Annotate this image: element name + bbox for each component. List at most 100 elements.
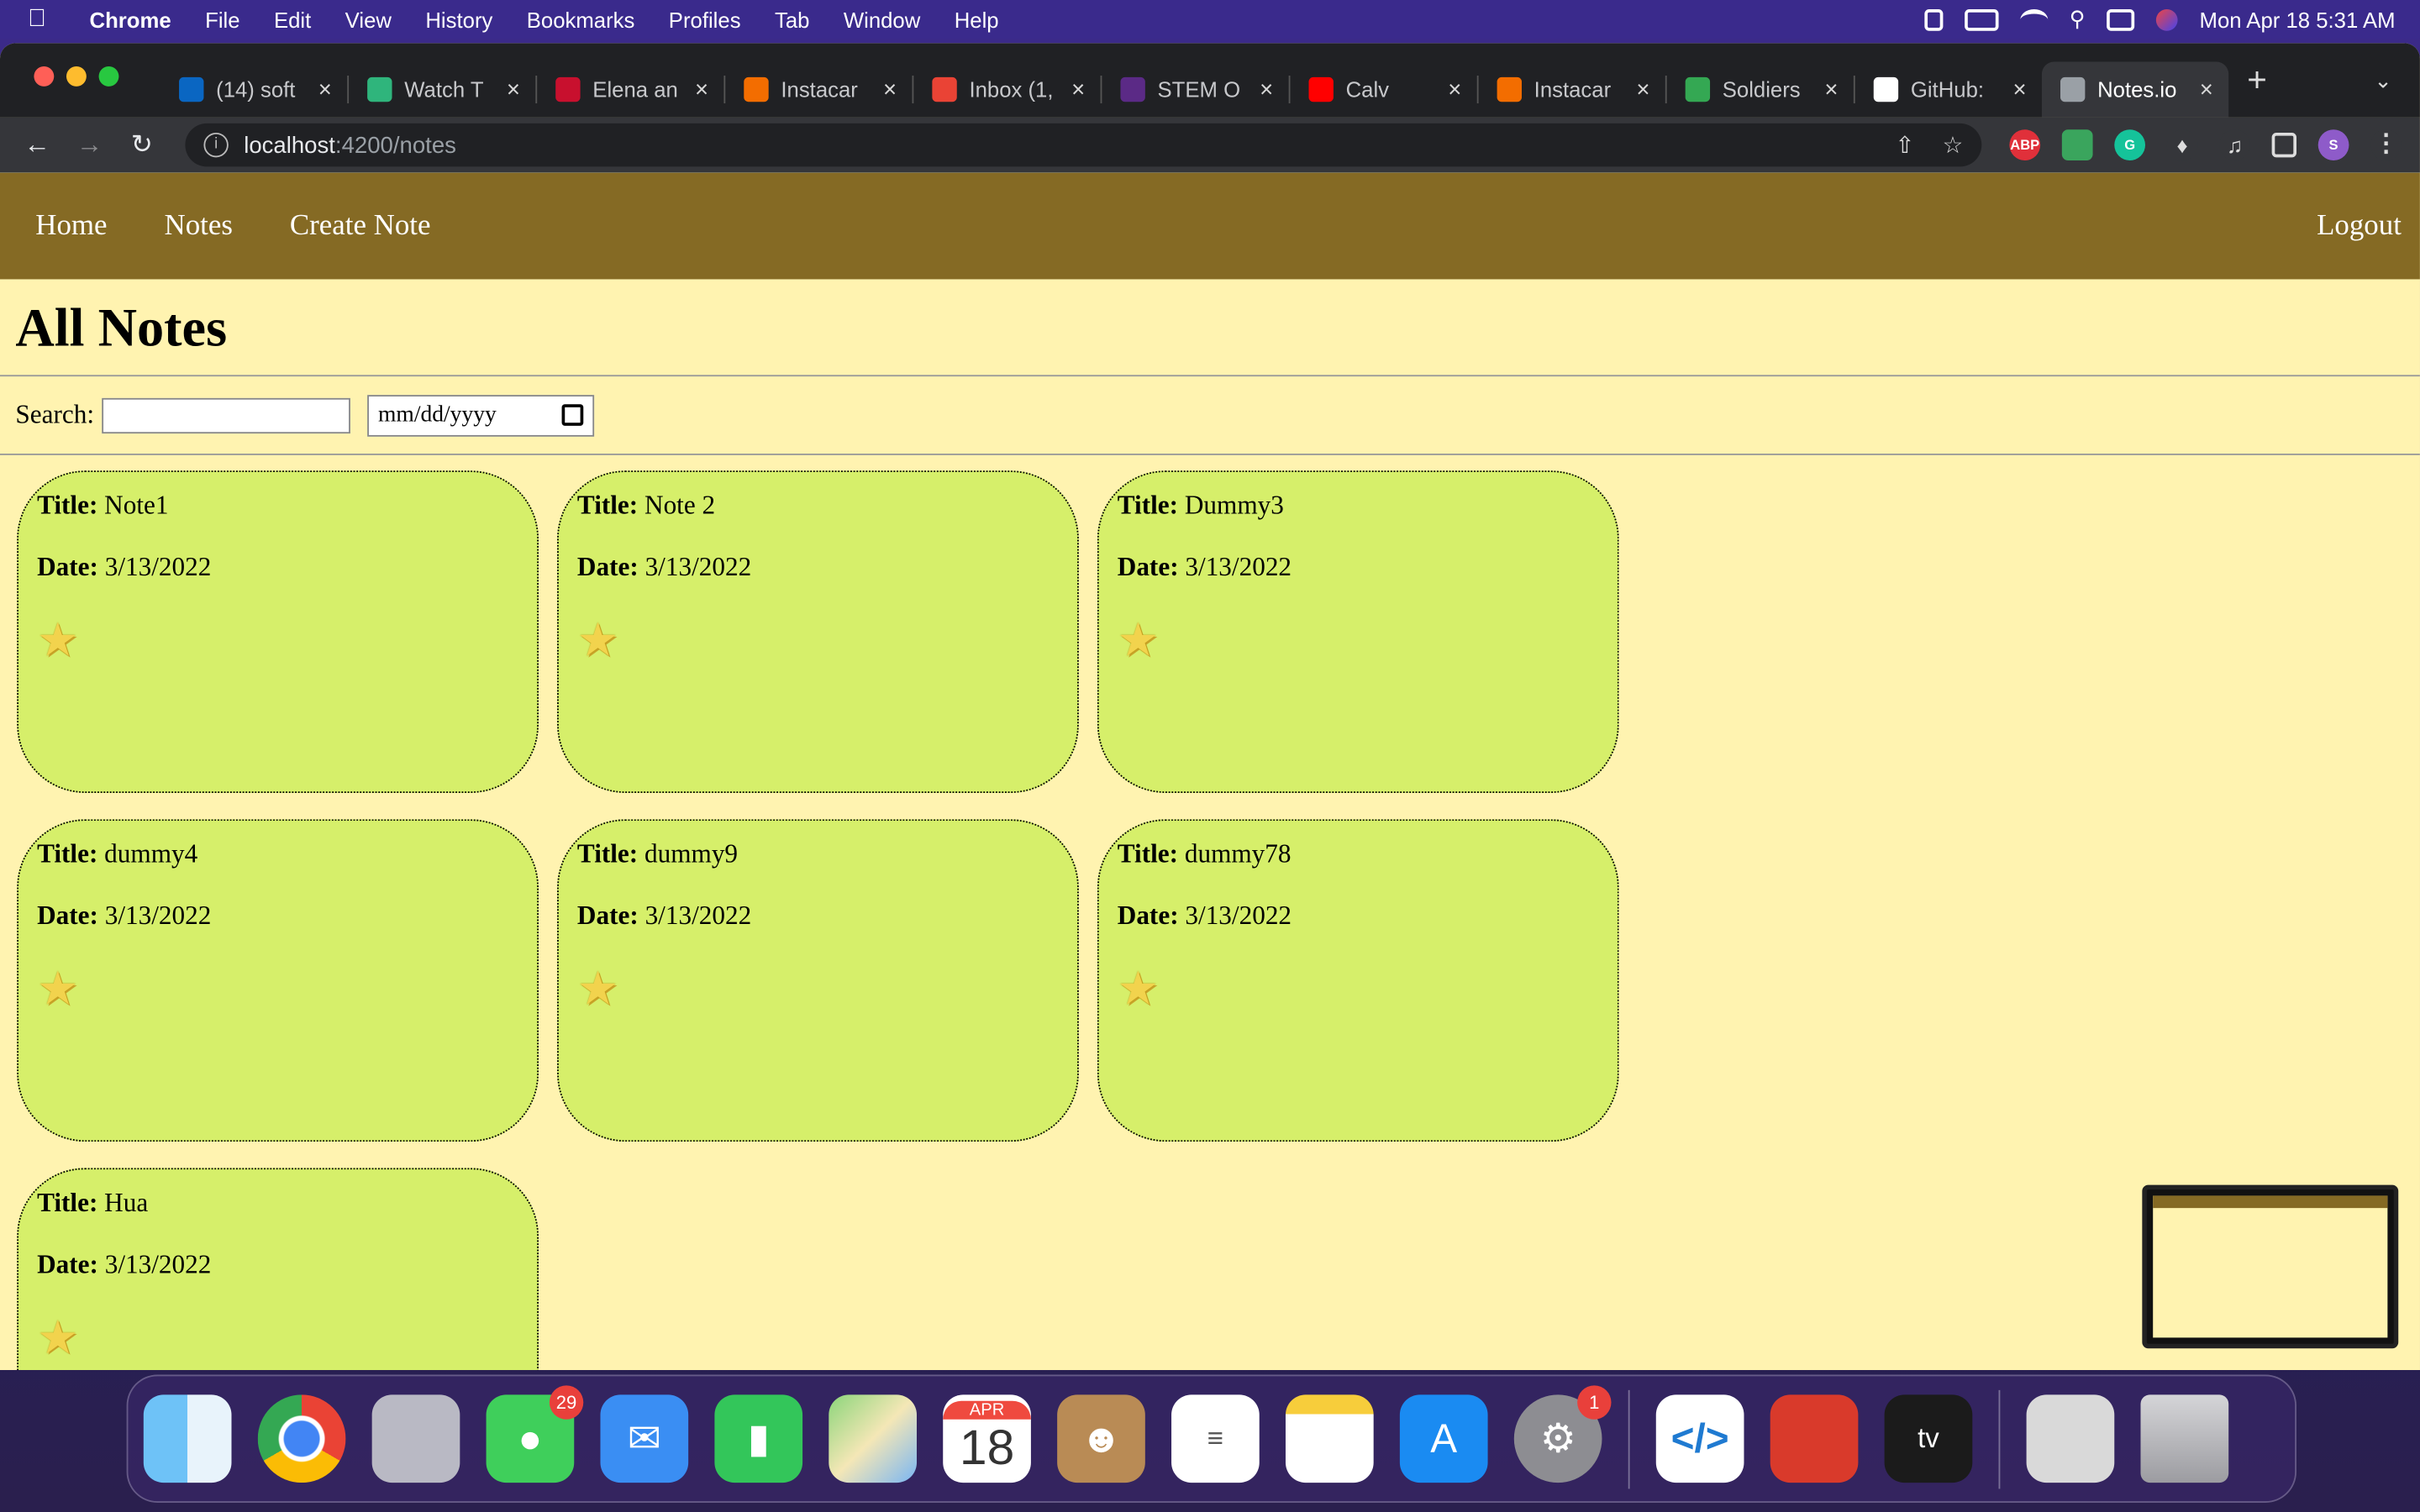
menu-clock[interactable]: Mon Apr 18 5:31 AM xyxy=(2200,7,2396,31)
close-tab-icon[interactable]: × xyxy=(1260,76,1273,102)
browser-tab[interactable]: STEM O × xyxy=(1102,61,1288,117)
close-tab-icon[interactable]: × xyxy=(318,76,332,102)
zoom-window-button[interactable] xyxy=(98,66,119,87)
browser-tab[interactable]: Inbox (1, × xyxy=(913,61,1100,117)
note-card[interactable]: Title: Note1 Date: 3/13/2022 ★ xyxy=(17,470,539,794)
nav-home-link[interactable]: Home xyxy=(35,209,107,243)
close-tab-icon[interactable]: × xyxy=(695,76,708,102)
menu-profiles[interactable]: Profiles xyxy=(669,7,741,31)
notes-app-icon[interactable] xyxy=(1285,1394,1374,1483)
nav-notes-link[interactable]: Notes xyxy=(164,209,232,243)
note-card[interactable]: Title: Note 2 Date: 3/13/2022 ★ xyxy=(557,470,1079,794)
finder-icon[interactable] xyxy=(143,1394,232,1483)
facetime-icon[interactable]: ▮ xyxy=(714,1394,803,1483)
favorite-star-icon[interactable]: ★ xyxy=(37,1311,518,1367)
site-info-icon[interactable]: i xyxy=(203,132,229,158)
shield-extension-icon[interactable] xyxy=(2061,129,2093,161)
media-controls-icon[interactable]: ♫ xyxy=(2219,129,2250,161)
menu-tab[interactable]: Tab xyxy=(775,7,809,31)
apple-menu-icon[interactable]:  xyxy=(28,5,55,33)
close-tab-icon[interactable]: × xyxy=(2012,76,2026,102)
browser-tab[interactable]: (14) soft × xyxy=(160,61,347,117)
maps-icon[interactable] xyxy=(829,1394,917,1483)
close-tab-icon[interactable]: × xyxy=(1448,76,1461,102)
side-panel-icon[interactable] xyxy=(2271,132,2297,158)
menu-bookmarks[interactable]: Bookmarks xyxy=(527,7,635,31)
menu-app-name[interactable]: Chrome xyxy=(90,7,171,31)
nav-create-note-link[interactable]: Create Note xyxy=(290,209,431,243)
close-tab-icon[interactable]: × xyxy=(1824,76,1838,102)
menu-view[interactable]: View xyxy=(345,7,392,31)
browser-tab[interactable]: Elena an × xyxy=(537,61,723,117)
mail-icon[interactable]: ✉ xyxy=(600,1394,689,1483)
nav-logout-link[interactable]: Logout xyxy=(2317,209,2402,243)
search-input[interactable] xyxy=(102,396,350,433)
browser-tab[interactable]: Notes.io × xyxy=(2041,61,2229,118)
browser-tab[interactable]: Instacar × xyxy=(725,61,912,117)
close-tab-icon[interactable]: × xyxy=(883,76,897,102)
browser-tab[interactable]: Watch T × xyxy=(349,61,535,117)
menu-window[interactable]: Window xyxy=(844,7,920,31)
battery-icon[interactable] xyxy=(1964,8,1999,30)
reminders-icon[interactable]: ≡ xyxy=(1171,1394,1260,1483)
downloads-stack-icon[interactable] xyxy=(2026,1394,2115,1483)
favorite-star-icon[interactable]: ★ xyxy=(1118,614,1599,669)
note-card[interactable]: Title: dummy9 Date: 3/13/2022 ★ xyxy=(557,819,1079,1142)
trash-icon[interactable] xyxy=(2140,1394,2229,1483)
menu-history[interactable]: History xyxy=(425,7,492,31)
new-tab-button[interactable]: + xyxy=(2247,60,2267,101)
favorite-star-icon[interactable]: ★ xyxy=(577,963,1059,1018)
menu-edit[interactable]: Edit xyxy=(274,7,311,31)
spotlight-search-icon[interactable]: ⚲ xyxy=(2070,6,2086,32)
screen-thumbnail-preview[interactable] xyxy=(2142,1184,2399,1349)
close-tab-icon[interactable]: × xyxy=(507,76,520,102)
adblock-extension-icon[interactable]: ABP xyxy=(2009,129,2041,161)
browser-tab[interactable]: Instacar × xyxy=(1479,61,1665,117)
close-tab-icon[interactable]: × xyxy=(1636,76,1649,102)
app-store-icon[interactable]: A xyxy=(1399,1394,1488,1483)
launchpad-icon[interactable] xyxy=(371,1394,460,1483)
apple-tv-icon[interactable]: tv xyxy=(1884,1394,1973,1483)
system-preferences-icon[interactable]: ⚙ 1 xyxy=(1513,1385,1612,1483)
siri-icon[interactable] xyxy=(2156,8,2178,30)
photo-booth-icon[interactable] xyxy=(1770,1394,1859,1483)
menu-help[interactable]: Help xyxy=(955,7,999,31)
chrome-icon[interactable] xyxy=(257,1394,346,1483)
address-bar[interactable]: i localhost:4200/notes ⇧ ☆ xyxy=(185,123,1982,167)
calendar-app-icon[interactable]: APR 18 xyxy=(943,1394,1031,1483)
minimize-window-button[interactable] xyxy=(66,66,87,87)
extensions-puzzle-icon[interactable]: ♦ xyxy=(2166,129,2198,161)
bookmark-star-icon[interactable]: ☆ xyxy=(1943,131,1964,159)
note-card[interactable]: Title: dummy78 Date: 3/13/2022 ★ xyxy=(1097,819,1619,1142)
note-card[interactable]: Title: Dummy3 Date: 3/13/2022 ★ xyxy=(1097,470,1619,794)
tab-search-chevron-icon[interactable]: ⌄ xyxy=(2374,68,2392,94)
browser-tab[interactable]: Calv × xyxy=(1290,61,1476,117)
wifi-icon[interactable] xyxy=(2020,8,2049,30)
note-card[interactable]: Title: Hua Date: 3/13/2022 ★ xyxy=(17,1168,539,1370)
back-button[interactable]: ← xyxy=(18,129,55,160)
calendar-icon[interactable] xyxy=(561,404,584,426)
date-filter-input[interactable]: mm/dd/yyyy xyxy=(367,394,595,436)
grammarly-extension-icon[interactable]: G xyxy=(2114,129,2146,161)
airpods-icon[interactable] xyxy=(1924,8,1944,30)
profile-avatar[interactable]: S xyxy=(2317,129,2349,161)
reload-button[interactable]: ↻ xyxy=(124,129,160,160)
share-icon[interactable]: ⇧ xyxy=(1895,131,1914,159)
favorite-star-icon[interactable]: ★ xyxy=(577,614,1059,669)
favorite-star-icon[interactable]: ★ xyxy=(37,614,518,669)
close-tab-icon[interactable]: × xyxy=(2200,76,2213,102)
browser-tab[interactable]: Soldiers × xyxy=(1667,61,1854,117)
control-center-icon[interactable] xyxy=(2107,8,2135,30)
favorite-star-icon[interactable]: ★ xyxy=(37,963,518,1018)
note-card[interactable]: Title: dummy4 Date: 3/13/2022 ★ xyxy=(17,819,539,1142)
close-tab-icon[interactable]: × xyxy=(1071,76,1085,102)
forward-button[interactable]: → xyxy=(71,129,108,160)
chrome-menu-icon[interactable]: ⋮ xyxy=(2370,129,2402,161)
vscode-icon[interactable]: </> xyxy=(1655,1394,1744,1483)
contacts-icon[interactable]: ☻ xyxy=(1057,1394,1145,1483)
close-window-button[interactable] xyxy=(34,66,55,87)
menu-file[interactable]: File xyxy=(205,7,239,31)
favorite-star-icon[interactable]: ★ xyxy=(1118,963,1599,1018)
browser-tab[interactable]: GitHub: × xyxy=(1855,61,2042,117)
messages-icon[interactable]: ● 29 xyxy=(486,1385,584,1483)
